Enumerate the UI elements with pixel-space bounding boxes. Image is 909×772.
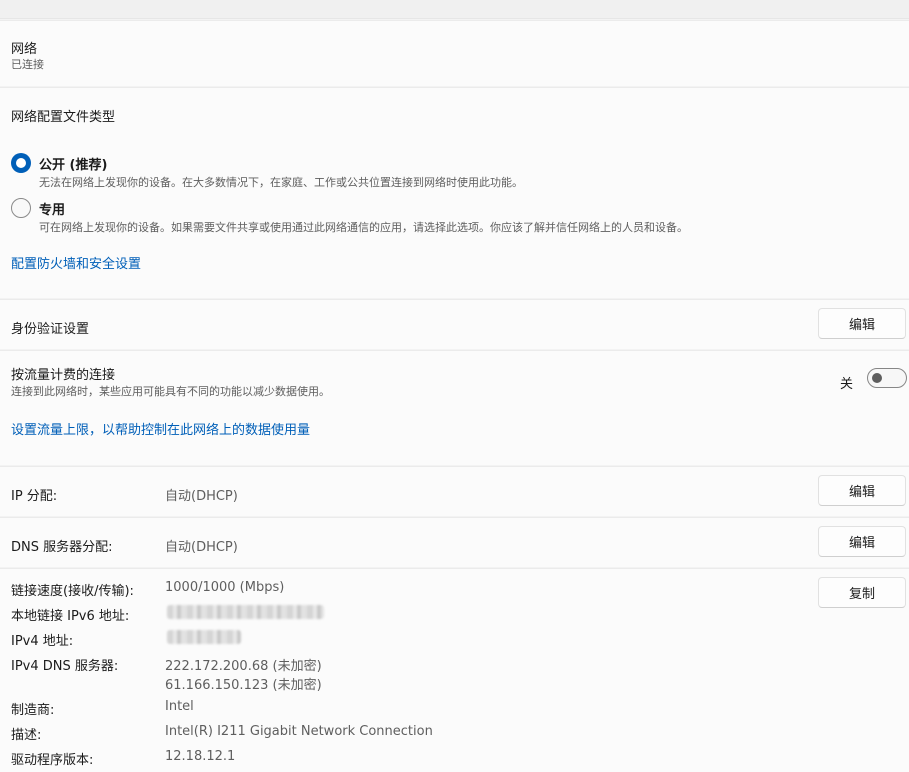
ip-card: IP 分配: 自动(DHCP) xyxy=(0,466,909,516)
description-value: Intel(R) I211 Gigabit Network Connection xyxy=(165,724,433,739)
private-label[interactable]: 专用 xyxy=(39,199,65,218)
metered-toggle-state: 关 xyxy=(840,377,854,392)
maker-label: 制造商: xyxy=(11,703,55,718)
network-status: 已连接 xyxy=(11,58,44,71)
network-card: 网络 已连接 xyxy=(0,20,909,86)
toggle-knob xyxy=(872,373,882,383)
speed-label: 链接速度(接收/传输): xyxy=(11,584,134,599)
profile-heading: 网络配置文件类型 xyxy=(11,110,116,125)
speed-value: 1000/1000 (Mbps) xyxy=(165,580,285,595)
ipv4-label: IPv4 地址: xyxy=(11,634,74,649)
profile-type-card: 网络配置文件类型 公开 (推荐) 无法在网络上发现你的设备。在大多数情况下，在家… xyxy=(0,87,909,298)
maker-value: Intel xyxy=(165,699,194,714)
dns-label: DNS 服务器分配: xyxy=(11,540,113,555)
public-desc: 无法在网络上发现你的设备。在大多数情况下，在家庭、工作或公共位置连接到网络时使用… xyxy=(39,176,523,189)
auth-label: 身份验证设置 xyxy=(11,322,90,337)
dns-edit-button[interactable]: 编辑 xyxy=(818,526,906,557)
ip-label: IP 分配: xyxy=(11,489,58,504)
dns-server-1: 222.172.200.68 (未加密) xyxy=(165,659,322,674)
ip-value: 自动(DHCP) xyxy=(165,489,238,504)
data-limit-link[interactable]: 设置流量上限，以帮助控制在此网络上的数据使用量 xyxy=(11,419,310,438)
auth-edit-button[interactable]: 编辑 xyxy=(818,308,906,339)
dns-server-2: 61.166.150.123 (未加密) xyxy=(165,678,322,693)
dns-value: 自动(DHCP) xyxy=(165,540,238,555)
public-label[interactable]: 公开 (推荐) xyxy=(39,154,107,173)
auth-card: 身份验证设置 xyxy=(0,299,909,349)
metered-toggle[interactable] xyxy=(867,368,907,388)
dns-card: DNS 服务器分配: 自动(DHCP) xyxy=(0,517,909,567)
network-title: 网络 xyxy=(11,42,38,57)
private-desc: 可在网络上发现你的设备。如果需要文件共享或使用通过此网络通信的应用，请选择此选项… xyxy=(39,221,688,234)
copy-button[interactable]: 复制 xyxy=(818,577,906,608)
ip-edit-button[interactable]: 编辑 xyxy=(818,475,906,506)
ipv6-value-redacted xyxy=(167,605,324,619)
driver-label: 驱动程序版本: xyxy=(11,753,94,768)
description-label: 描述: xyxy=(11,728,42,743)
ipv4-value-redacted xyxy=(167,630,241,644)
metered-label: 按流量计费的连接 xyxy=(11,368,116,383)
firewall-link[interactable]: 配置防火墙和安全设置 xyxy=(11,253,141,272)
metered-card: 按流量计费的连接 连接到此网络时，某些应用可能具有不同的功能以减少数据使用。 关… xyxy=(0,350,909,465)
dns-servers-label: IPv4 DNS 服务器: xyxy=(11,659,119,674)
driver-value: 12.18.12.1 xyxy=(165,749,236,764)
ipv6-label: 本地链接 IPv6 地址: xyxy=(11,609,130,624)
public-radio[interactable] xyxy=(11,153,31,173)
details-card: 链接速度(接收/传输): 1000/1000 (Mbps) 本地链接 IPv6 … xyxy=(0,568,909,772)
top-strip xyxy=(0,0,909,19)
private-radio[interactable] xyxy=(11,198,31,218)
metered-desc: 连接到此网络时，某些应用可能具有不同的功能以减少数据使用。 xyxy=(11,385,330,398)
